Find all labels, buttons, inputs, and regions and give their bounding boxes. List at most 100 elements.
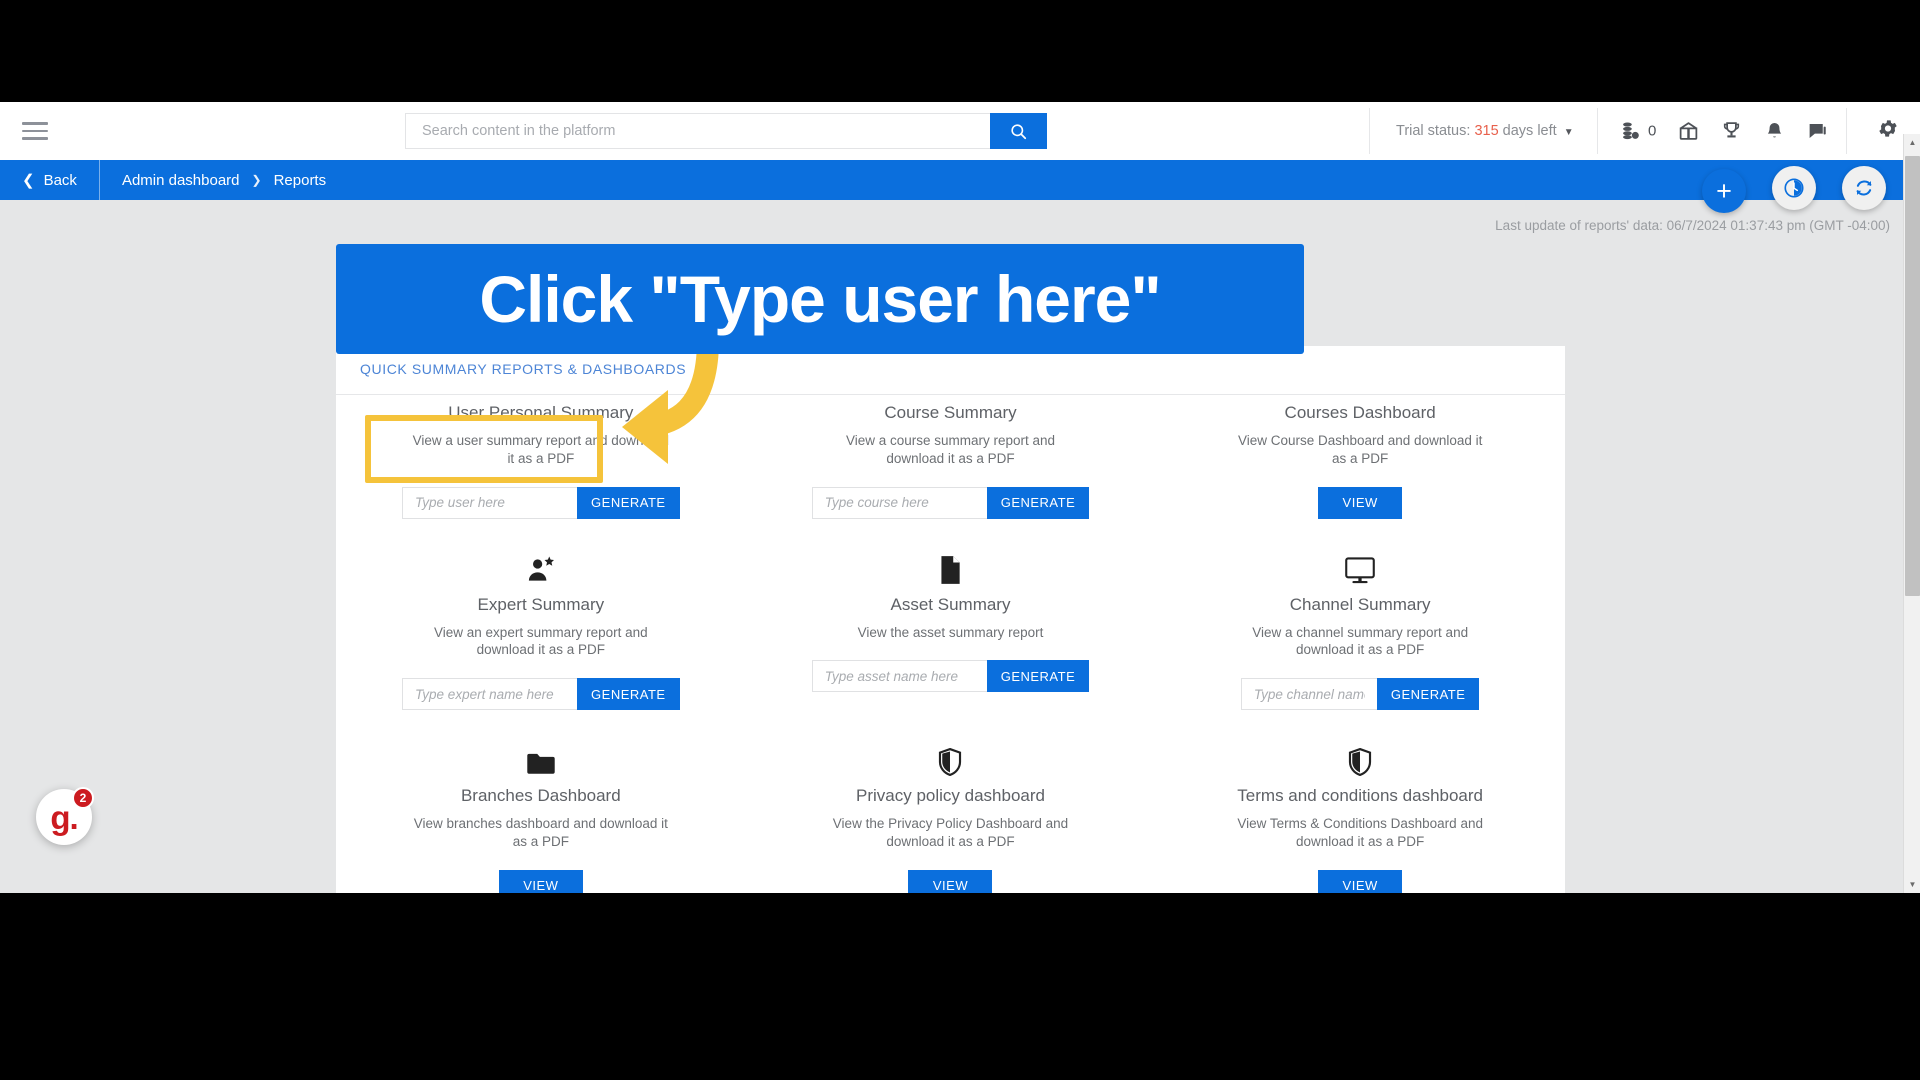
breadcrumb: Admin dashboard ❯ Reports bbox=[100, 172, 326, 189]
chevron-right-icon: ❯ bbox=[251, 173, 262, 187]
card-channel-summary: Channel Summary View a channel summary r… bbox=[1155, 527, 1565, 719]
back-button-label: Back bbox=[43, 171, 77, 189]
browser-viewport: Trial status: 315 days left ▼ 0 bbox=[0, 102, 1920, 893]
notifications-button[interactable] bbox=[1764, 121, 1785, 142]
achievements-button[interactable] bbox=[1721, 121, 1742, 142]
asset-name-input[interactable] bbox=[811, 660, 987, 693]
annotation-arrow bbox=[622, 339, 719, 464]
view-button[interactable]: VIEW bbox=[1318, 486, 1403, 519]
view-button[interactable]: VIEW bbox=[908, 869, 993, 893]
card-action: VIEW bbox=[908, 869, 993, 893]
points-count: 0 bbox=[1648, 122, 1657, 140]
card-description: View Terms & Conditions Dashboard and do… bbox=[1237, 816, 1483, 850]
guru-badge-count: 2 bbox=[72, 787, 94, 809]
scrollbar-thumb[interactable] bbox=[1905, 156, 1920, 596]
card-courses-dashboard: Courses Dashboard View Course Dashboard … bbox=[1155, 395, 1565, 527]
scrollbar-up-arrow[interactable]: ▲ bbox=[1904, 134, 1920, 151]
card-action: GENERATE bbox=[1240, 678, 1480, 711]
breadcrumb-bar: ❮ Back Admin dashboard ❯ Reports bbox=[0, 160, 1920, 200]
bell-icon bbox=[1768, 122, 1782, 138]
chevron-down-icon[interactable]: ▼ bbox=[1564, 127, 1574, 138]
generate-button[interactable]: GENERATE bbox=[986, 486, 1090, 519]
report-toolbar-strip: Last update of reports' data: 06/7/2024 … bbox=[0, 200, 1920, 250]
last-update-text: Last update of reports' data: 06/7/2024 … bbox=[1495, 218, 1890, 233]
view-button[interactable]: VIEW bbox=[498, 869, 583, 893]
points-button[interactable]: 0 bbox=[1620, 121, 1656, 142]
chat-icon bbox=[1809, 124, 1827, 138]
rewards-button[interactable] bbox=[1678, 121, 1699, 142]
shield-icon bbox=[939, 748, 962, 777]
card-description: View the Privacy Policy Dashboard and do… bbox=[832, 816, 1069, 850]
header-icon-group: 0 bbox=[1620, 121, 1828, 142]
user-name-input[interactable] bbox=[402, 486, 578, 519]
generate-button[interactable]: GENERATE bbox=[1376, 678, 1480, 711]
card-action: VIEW bbox=[498, 869, 583, 893]
messages-button[interactable] bbox=[1807, 121, 1828, 142]
header-divider-left bbox=[1369, 108, 1370, 154]
generate-button[interactable]: GENERATE bbox=[577, 486, 680, 519]
card-expert-summary: Expert Summary View an expert summary re… bbox=[336, 527, 746, 719]
card-action: VIEW bbox=[1318, 869, 1403, 893]
card-title: Asset Summary bbox=[890, 594, 1011, 614]
breadcrumb-item-reports[interactable]: Reports bbox=[274, 172, 327, 189]
card-description: View an expert summary report and downlo… bbox=[434, 624, 648, 658]
card-privacy-policy-dashboard: Privacy policy dashboard View the Privac… bbox=[746, 718, 1156, 893]
guru-help-widget[interactable]: g. 2 bbox=[36, 787, 94, 845]
trial-status[interactable]: Trial status: 315 days left ▼ bbox=[1396, 123, 1574, 139]
card-terms-and-conditions-dashboard: Terms and conditions dashboard View Term… bbox=[1155, 718, 1565, 893]
expert-icon bbox=[528, 556, 554, 581]
card-icon-wrap bbox=[526, 545, 556, 585]
scrollbar-down-arrow[interactable]: ▼ bbox=[1904, 876, 1920, 893]
card-action: GENERATE bbox=[402, 486, 680, 519]
trial-status-days: 315 bbox=[1474, 123, 1499, 139]
points-icon bbox=[1623, 122, 1639, 140]
header-divider-right bbox=[1846, 108, 1847, 154]
clock-icon bbox=[1784, 178, 1804, 198]
expert-name-input[interactable] bbox=[402, 678, 578, 711]
generate-button[interactable]: GENERATE bbox=[577, 678, 680, 711]
card-action: VIEW bbox=[1318, 486, 1403, 519]
card-icon-wrap bbox=[937, 545, 963, 585]
card-action: GENERATE bbox=[402, 678, 680, 711]
app-header: Trial status: 315 days left ▼ 0 bbox=[0, 102, 1920, 160]
card-title: Channel Summary bbox=[1289, 594, 1431, 614]
card-description: View the asset summary report bbox=[857, 624, 1044, 640]
annotation-banner-text: Click "Type user here" bbox=[479, 262, 1161, 336]
card-title: Branches Dashboard bbox=[460, 786, 621, 806]
header-divider-middle bbox=[1597, 108, 1598, 154]
card-icon-wrap bbox=[526, 736, 556, 776]
search-icon bbox=[1011, 123, 1027, 139]
card-description: View branches dashboard and download it … bbox=[413, 816, 668, 850]
channel-name-input[interactable] bbox=[1240, 678, 1377, 711]
card-title: Courses Dashboard bbox=[1284, 403, 1436, 422]
annotation-highlight-box bbox=[365, 415, 603, 483]
card-title: Privacy policy dashboard bbox=[856, 786, 1045, 806]
refresh-icon bbox=[1856, 180, 1872, 196]
search-input[interactable] bbox=[405, 113, 990, 149]
card-description: View a channel summary report and downlo… bbox=[1252, 624, 1469, 658]
gift-calendar-icon bbox=[1680, 122, 1698, 140]
back-button[interactable]: ❮ Back bbox=[0, 160, 99, 200]
card-branches-dashboard: Branches Dashboard View branches dashboa… bbox=[336, 718, 746, 893]
course-name-input[interactable] bbox=[811, 486, 987, 519]
settings-button[interactable] bbox=[1877, 118, 1899, 145]
global-search bbox=[405, 113, 1047, 149]
monitor-icon bbox=[1345, 556, 1375, 583]
view-button[interactable]: VIEW bbox=[1318, 869, 1403, 893]
trial-status-prefix: Trial status: bbox=[1396, 123, 1471, 139]
page-scrollbar[interactable]: ▲ ▼ bbox=[1903, 134, 1920, 893]
schedule-button[interactable] bbox=[1772, 166, 1816, 210]
refresh-button[interactable] bbox=[1842, 166, 1886, 210]
generate-button[interactable]: GENERATE bbox=[986, 660, 1090, 693]
add-report-button[interactable]: + bbox=[1702, 169, 1746, 213]
search-button[interactable] bbox=[990, 113, 1047, 149]
hamburger-menu-icon[interactable] bbox=[22, 122, 48, 140]
card-icon-wrap bbox=[938, 736, 962, 777]
card-icon-wrap bbox=[1344, 545, 1376, 585]
card-title: Terms and conditions dashboard bbox=[1237, 786, 1483, 806]
guru-logo: g. bbox=[50, 798, 78, 836]
annotation-banner: Click "Type user here" bbox=[336, 244, 1304, 354]
card-title: Expert Summary bbox=[477, 594, 605, 614]
card-asset-summary: Asset Summary View the asset summary rep… bbox=[746, 527, 1156, 719]
breadcrumb-item-admin-dashboard[interactable]: Admin dashboard bbox=[122, 172, 240, 189]
